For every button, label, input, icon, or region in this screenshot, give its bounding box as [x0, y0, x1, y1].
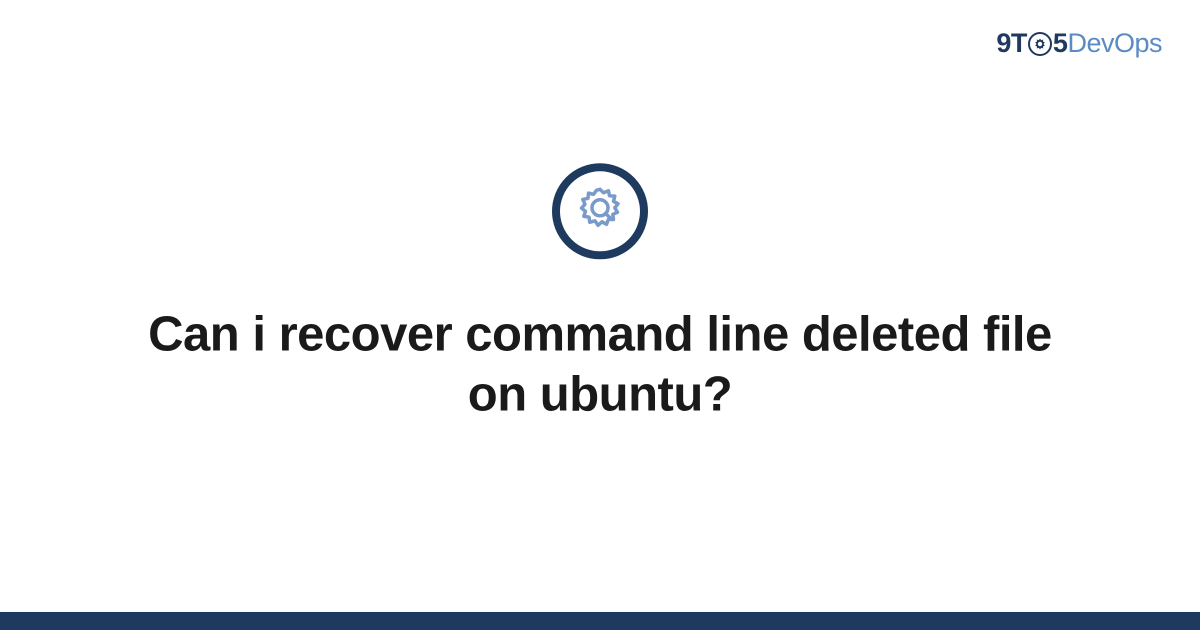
logo-text-devops: DevOps [1067, 28, 1162, 59]
page-title: Can i recover command line deleted file … [140, 305, 1060, 425]
footer-accent-bar [0, 612, 1200, 630]
site-logo: 9T 5 DevOps [996, 28, 1162, 59]
logo-gear-icon [1028, 32, 1052, 56]
gear-badge-icon [552, 163, 648, 259]
logo-text-9t: 9T [996, 28, 1027, 59]
main-content: Can i recover command line deleted file … [0, 163, 1200, 425]
logo-text-5: 5 [1053, 28, 1068, 59]
